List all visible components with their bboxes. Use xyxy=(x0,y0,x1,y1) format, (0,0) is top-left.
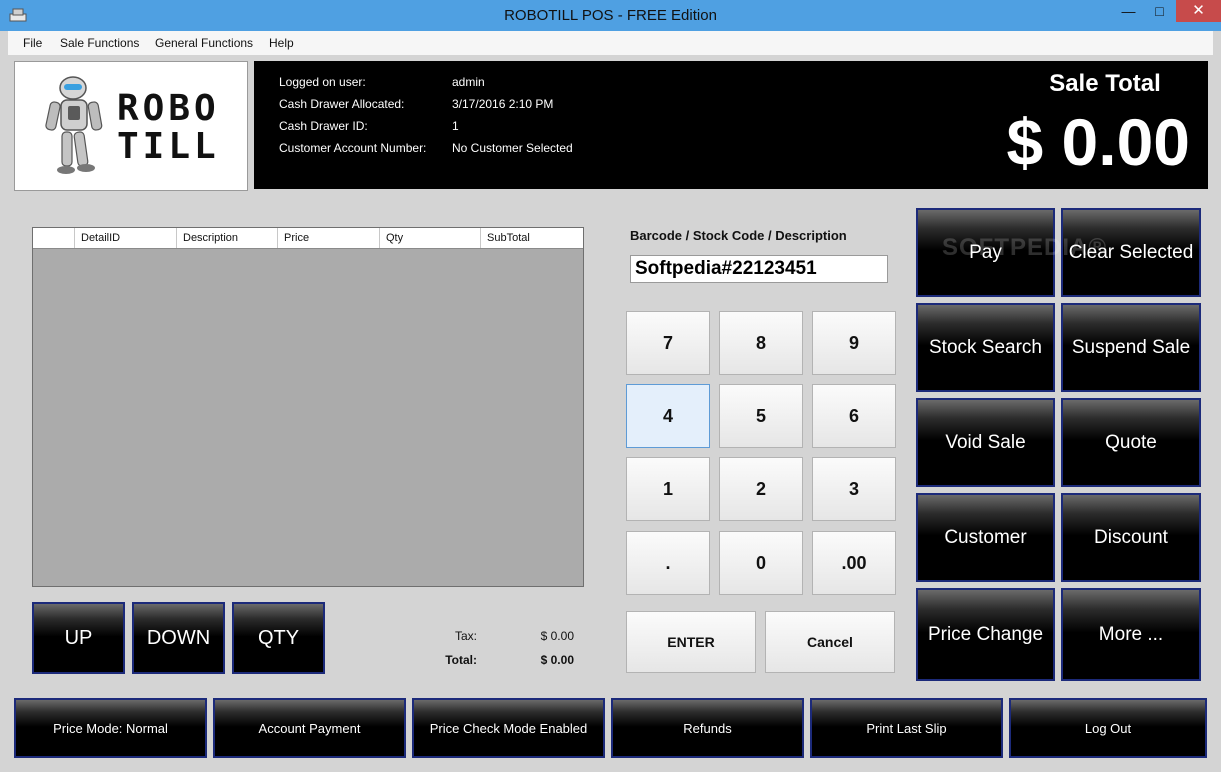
discount-button[interactable]: Discount xyxy=(1061,493,1201,582)
keypad-decimal[interactable]: . xyxy=(626,531,710,595)
customer-button[interactable]: Customer xyxy=(916,493,1055,582)
stock-search-button[interactable]: Stock Search xyxy=(916,303,1055,392)
logo-text-line2: TILL xyxy=(117,126,220,167)
print-last-slip-button[interactable]: Print Last Slip xyxy=(810,698,1003,758)
keypad-double-zero[interactable]: .00 xyxy=(812,531,896,595)
keypad-3[interactable]: 3 xyxy=(812,457,896,521)
maximize-button[interactable]: □ xyxy=(1143,0,1176,22)
grid-header: DetailID Description Price Qty SubTotal xyxy=(33,228,583,249)
minimize-button[interactable]: — xyxy=(1112,0,1145,22)
keypad-1[interactable]: 1 xyxy=(626,457,710,521)
logged-on-user-value: admin xyxy=(452,75,485,89)
column-header-subtotal[interactable]: SubTotal xyxy=(480,228,583,248)
keypad-0[interactable]: 0 xyxy=(719,531,803,595)
void-sale-button[interactable]: Void Sale xyxy=(916,398,1055,487)
window-title: ROBOTILL POS - FREE Edition xyxy=(504,7,717,24)
more-button[interactable]: More ... xyxy=(1061,588,1201,681)
logged-on-user-label: Logged on user: xyxy=(279,75,366,89)
keypad-9[interactable]: 9 xyxy=(812,311,896,375)
price-mode-button[interactable]: Price Mode: Normal xyxy=(14,698,207,758)
customer-account-value: No Customer Selected xyxy=(452,141,573,155)
price-check-mode-button[interactable]: Price Check Mode Enabled xyxy=(412,698,605,758)
clear-selected-button[interactable]: Clear Selected xyxy=(1061,208,1201,297)
refunds-button[interactable]: Refunds xyxy=(611,698,804,758)
menu-sale-functions[interactable]: Sale Functions xyxy=(60,31,139,55)
barcode-input[interactable] xyxy=(630,255,888,283)
menu-bar: File Sale Functions General Functions He… xyxy=(8,31,1213,55)
column-header-detailid[interactable]: DetailID xyxy=(74,228,176,248)
column-header-description[interactable]: Description xyxy=(176,228,277,248)
tax-label: Tax: xyxy=(454,629,477,643)
customer-account-label: Customer Account Number: xyxy=(279,141,427,155)
menu-general-functions[interactable]: General Functions xyxy=(155,31,253,55)
cash-drawer-allocated-label: Cash Drawer Allocated: xyxy=(279,97,405,111)
keypad-2[interactable]: 2 xyxy=(719,457,803,521)
keypad-6[interactable]: 6 xyxy=(812,384,896,448)
price-change-button[interactable]: Price Change xyxy=(916,588,1055,681)
logo-text-line1: ROBO xyxy=(117,88,220,129)
account-payment-button[interactable]: Account Payment xyxy=(213,698,406,758)
qty-button[interactable]: QTY xyxy=(232,602,325,674)
suspend-sale-button[interactable]: Suspend Sale xyxy=(1061,303,1201,392)
sale-total-label: Sale Total xyxy=(1049,70,1161,97)
menu-help[interactable]: Help xyxy=(269,31,294,55)
logo-panel: ROBO TILL xyxy=(14,61,248,191)
barcode-label: Barcode / Stock Code / Description xyxy=(630,228,847,243)
cancel-button[interactable]: Cancel xyxy=(765,611,895,673)
down-button[interactable]: DOWN xyxy=(132,602,225,674)
keypad-7[interactable]: 7 xyxy=(626,311,710,375)
keypad-5[interactable]: 5 xyxy=(719,384,803,448)
grid-row-header-cell xyxy=(33,228,74,248)
total-label: Total: xyxy=(445,653,477,667)
log-out-button[interactable]: Log Out xyxy=(1009,698,1207,758)
enter-button[interactable]: ENTER xyxy=(626,611,756,673)
quote-button[interactable]: Quote xyxy=(1061,398,1201,487)
sale-total-value: $ 0.00 xyxy=(1006,105,1191,179)
cash-drawer-allocated-value: 3/17/2016 2:10 PM xyxy=(452,97,554,111)
up-button[interactable]: UP xyxy=(32,602,125,674)
sale-items-grid[interactable]: DetailID Description Price Qty SubTotal xyxy=(32,227,584,587)
pay-button[interactable]: Pay xyxy=(916,208,1055,297)
keypad-8[interactable]: 8 xyxy=(719,311,803,375)
cash-drawer-id-value: 1 xyxy=(452,119,459,133)
close-button[interactable]: ✕ xyxy=(1176,0,1221,22)
total-value: $ 0.00 xyxy=(540,653,574,667)
menu-file[interactable]: File xyxy=(23,31,42,55)
tax-value: $ 0.00 xyxy=(540,629,574,643)
column-header-price[interactable]: Price xyxy=(277,228,379,248)
cash-drawer-id-label: Cash Drawer ID: xyxy=(279,119,368,133)
column-header-qty[interactable]: Qty xyxy=(379,228,480,248)
keypad-4[interactable]: 4 xyxy=(626,384,710,448)
